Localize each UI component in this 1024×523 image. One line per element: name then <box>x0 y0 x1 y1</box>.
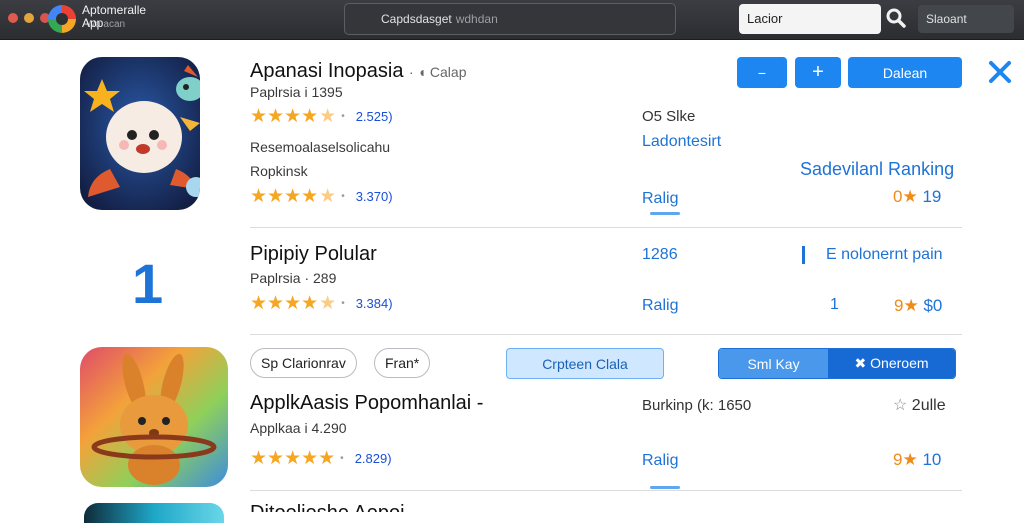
half-star-icon: ★ <box>319 186 337 207</box>
app-subtitle-3: Applkaa i 4.290 <box>250 420 347 436</box>
app-title-1[interactable]: Apanasi Inopasia · ◖ Calap <box>250 60 467 83</box>
chip-filter-2[interactable]: Fran* <box>374 348 431 378</box>
primary-action-button[interactable]: Dalean <box>848 57 962 88</box>
rank-number-3: 10 <box>922 450 942 469</box>
add-button[interactable]: + <box>795 57 841 88</box>
star-outline-icon: ☆ <box>893 397 908 414</box>
minus-button[interactable]: − <box>737 57 787 88</box>
app-icon-3[interactable] <box>80 347 228 487</box>
price-value-2: $0 <box>923 296 943 315</box>
rating-count-3: 2.829) <box>354 451 392 466</box>
star-icon: ★★★★ <box>250 106 319 127</box>
app-title-2[interactable]: Pipipiy Polular <box>250 243 377 266</box>
ranking-value-3: 9★ 10 <box>893 450 941 470</box>
cartoon-character-icon <box>80 57 200 210</box>
rating-count-1b: 3.370) <box>355 189 393 204</box>
app-desc-1: Resemoalaselsolicahu <box>250 139 391 155</box>
ranking-value-1: 0★ 19 <box>893 187 941 207</box>
half-star-icon: ★ <box>319 106 337 127</box>
app-icon-4[interactable] <box>84 503 224 523</box>
segment-a[interactable]: Sml Kay <box>719 349 829 378</box>
separator-dot: • <box>341 191 345 202</box>
right-label-2: E nolonernt pain <box>826 246 943 263</box>
row-divider <box>250 490 962 491</box>
star-icon: ★★★★★ <box>250 448 336 469</box>
rank-number: 1 <box>132 252 164 315</box>
rank-number-1: 19 <box>922 187 942 206</box>
app-title-1-tag: · ◖ Calap <box>409 64 467 80</box>
rank-star-icon: 9★ <box>894 296 919 315</box>
rabbit-character-icon <box>80 347 228 487</box>
star-icon: ★★★★ <box>250 186 319 207</box>
half-star-icon: ★ <box>319 293 337 314</box>
rating-stars-1: ★★★★ ★ • 2.525) <box>250 105 393 128</box>
search-input[interactable]: Lacior <box>739 4 881 34</box>
address-muted: wdhdan <box>455 12 498 26</box>
search-button[interactable]: Slaoant <box>918 5 1014 33</box>
ranking-label-1: Sadevilanl Ranking <box>800 159 955 179</box>
segment-b[interactable]: ✖ Oneroem <box>828 349 955 378</box>
rating-underline-1 <box>650 212 680 215</box>
address-text: Capdsdasget <box>381 12 452 26</box>
rating-count-2: 3.384) <box>355 296 393 311</box>
row-divider <box>250 334 962 335</box>
rank-star-icon: 9★ <box>893 450 918 469</box>
app-subtitle-1: Paplrsia i 1395 <box>250 84 343 100</box>
rating-stars-1b: ★★★★ ★ • 3.370) <box>250 185 393 208</box>
star-icon: ★★★★ <box>250 293 319 314</box>
mid-label-3: Burkinp (k: 1650 <box>642 397 752 414</box>
title-bar: Aptomeralle App Wa acan Capdsdasget wdhdan… <box>0 0 1024 40</box>
rating-stars-2: ★★★★ ★ • 3.384) <box>250 292 393 315</box>
bar-indicator <box>802 246 805 264</box>
address-bar[interactable]: Capdsdasget wdhdan <box>344 3 676 35</box>
rating-label-3: Ralig <box>642 452 679 469</box>
pill-button[interactable]: Crpteen Clala <box>506 348 664 379</box>
rating-label-2: Ralig <box>642 297 679 314</box>
rating-underline-3 <box>650 486 680 489</box>
app-subtitle-2: Paplrsia · 289 <box>250 270 337 286</box>
app-title-1-text: Apanasi Inopasia <box>250 60 404 82</box>
rank-star-icon: 0★ <box>893 187 918 206</box>
search-icon[interactable] <box>884 6 908 30</box>
close-icon[interactable] <box>986 58 1014 86</box>
close-window-dot[interactable] <box>8 13 18 23</box>
minimize-window-dot[interactable] <box>24 13 34 23</box>
segmented-control: Sml Kay ✖ Oneroem <box>718 348 956 379</box>
app-title-3[interactable]: ApplkAasis Popomhanlai - <box>250 392 483 415</box>
window-controls <box>8 13 50 23</box>
mid-link-1[interactable]: Ladontesirt <box>642 133 721 151</box>
right-small-2: 1 <box>830 296 839 313</box>
rating-label-1: Ralig <box>642 190 679 207</box>
separator-dot: • <box>340 453 344 464</box>
row-divider <box>250 227 962 228</box>
separator-dot: • <box>341 298 345 309</box>
rating-count-1: 2.525) <box>355 109 393 124</box>
app-title-4[interactable]: Ditoelieshe Aepoi <box>250 502 405 512</box>
right-label-3-text: 2ulle <box>911 397 946 414</box>
mid-value-2: 1286 <box>642 246 678 263</box>
app-logo-icon <box>48 5 76 33</box>
chip-filter-1[interactable]: Sp Clarionrav <box>250 348 357 378</box>
separator-dot: • <box>341 111 345 122</box>
app-desc-1b: Ropkinsk <box>250 163 308 179</box>
app-icon-1[interactable] <box>80 57 200 210</box>
rating-stars-3: ★★★★★ • 2.829) <box>250 447 392 470</box>
mid-label-1: O5 Slke <box>642 108 696 125</box>
right-label-3: ☆ 2ulle <box>893 395 946 415</box>
app-name: Aptomeralle App Wa acan <box>82 4 146 31</box>
price-2: 9★ $0 <box>894 296 942 316</box>
app-name-line2: App <box>82 16 104 30</box>
